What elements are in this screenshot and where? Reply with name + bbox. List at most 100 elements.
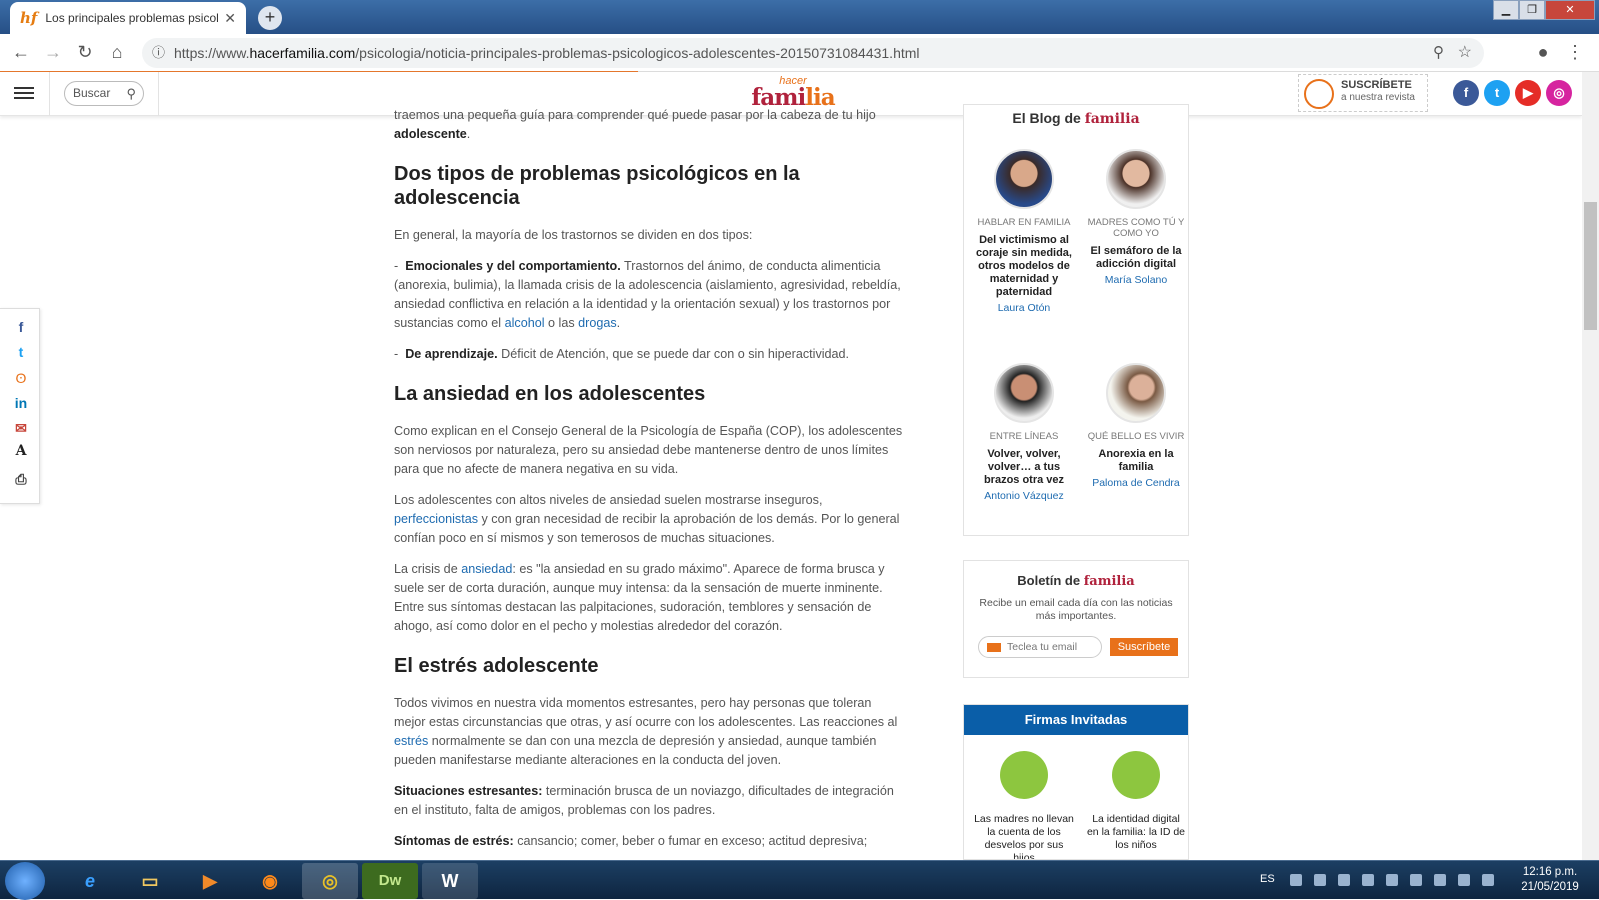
- blog-post-title[interactable]: Anorexia en la familia: [1086, 448, 1186, 474]
- link-perfeccionistas[interactable]: perfeccionistas: [394, 512, 478, 526]
- twitter-icon[interactable]: t: [1484, 80, 1510, 106]
- flag-icon[interactable]: [1482, 874, 1494, 886]
- search-input[interactable]: Buscar: [73, 86, 110, 100]
- heading-two-types: Dos tipos de problemas psicológicos en l…: [394, 163, 800, 209]
- link-ansiedad[interactable]: ansiedad: [461, 562, 512, 576]
- hamburger-menu-icon[interactable]: [14, 84, 34, 102]
- paragraph: - Emocionales y del comportamiento. Tras…: [394, 259, 901, 330]
- newsletter-description: Recibe un email cada día con las noticia…: [979, 597, 1173, 622]
- paragraph: La crisis de ansiedad: es "la ansiedad e…: [394, 562, 885, 633]
- ie-icon[interactable]: e: [62, 863, 118, 899]
- divider: [49, 72, 50, 116]
- avatar: [994, 363, 1054, 423]
- envelope-icon: [987, 643, 1001, 652]
- menu-dots-icon[interactable]: ⋮: [1564, 42, 1586, 63]
- link-drogas[interactable]: drogas: [578, 316, 617, 330]
- subscribe-button[interactable]: Suscríbete: [1110, 638, 1178, 656]
- language-indicator[interactable]: ES: [1260, 873, 1275, 885]
- url-bar[interactable]: ⓘ https://www.hacerfamilia.com/psicologi…: [142, 38, 1484, 68]
- start-button[interactable]: [5, 862, 45, 900]
- email-share-icon[interactable]: ✉: [12, 420, 30, 437]
- account-icon[interactable]: ●: [1532, 42, 1554, 63]
- search-box[interactable]: Buscar ⚲: [64, 81, 144, 106]
- info-icon[interactable]: ⓘ: [152, 38, 165, 68]
- meneame-share-icon[interactable]: ʘ: [12, 370, 30, 386]
- print-icon[interactable]: ⎙: [12, 471, 30, 488]
- paragraph: Como explican en el Consejo General de l…: [394, 424, 903, 476]
- tray-icon[interactable]: [1362, 874, 1374, 886]
- blog-category: QUÉ BELLO ES VIVIR: [1087, 431, 1185, 442]
- blog-author[interactable]: María Solano: [1086, 274, 1186, 286]
- forward-icon[interactable]: →: [42, 42, 64, 63]
- guest-authors-widget: Firmas Invitadas Las madres no llevan la…: [963, 704, 1189, 860]
- paragraph: Todos vivimos en nuestra vida momentos e…: [394, 696, 898, 767]
- heading-estres: El estrés adolescente: [394, 655, 599, 677]
- firefox-icon[interactable]: ◉: [242, 863, 298, 899]
- minimize-button[interactable]: ▁: [1493, 0, 1519, 20]
- avatar: [1106, 363, 1166, 423]
- volume-icon[interactable]: [1386, 874, 1398, 886]
- explorer-icon[interactable]: ▭: [122, 863, 178, 899]
- browser-tab[interactable]: hf Los principales problemas psicoló ✕: [10, 2, 246, 34]
- blog-post[interactable]: HABLAR EN FAMILIA Del victimismo al cora…: [974, 149, 1074, 314]
- paragraph: En general, la mayoría de los trastornos…: [394, 228, 753, 242]
- close-window-button[interactable]: ✕: [1545, 0, 1595, 20]
- blog-post-title[interactable]: El semáforo de la adicción digital: [1086, 245, 1186, 271]
- guest-post[interactable]: La identidad digital en la familia: la I…: [1086, 751, 1186, 852]
- email-field[interactable]: Teclea tu email: [978, 636, 1102, 658]
- dreamweaver-icon[interactable]: Dw: [362, 863, 418, 899]
- facebook-share-icon[interactable]: f: [12, 319, 30, 335]
- blog-author[interactable]: Antonio Vázquez: [974, 490, 1074, 502]
- linkedin-share-icon[interactable]: in: [12, 395, 30, 411]
- avatar: [1106, 149, 1166, 209]
- paragraph: Los adolescentes con altos niveles de an…: [394, 493, 900, 545]
- browser-tab-bar: hf Los principales problemas psicoló ✕ +…: [0, 0, 1599, 34]
- tray-icon[interactable]: [1458, 874, 1470, 886]
- close-tab-icon[interactable]: ✕: [224, 10, 236, 27]
- search-icon[interactable]: ⚲: [126, 82, 136, 105]
- tray-icon[interactable]: [1410, 874, 1422, 886]
- font-size-icon[interactable]: A: [12, 443, 30, 459]
- paragraph: - De aprendizaje. Déficit de Atención, q…: [394, 347, 850, 361]
- blog-post[interactable]: ENTRE LÍNEAS Volver, volver, volver… a t…: [974, 363, 1074, 502]
- scrollbar-thumb[interactable]: [1584, 202, 1597, 330]
- newsletter-widget: Boletín de familia Recibe un email cada …: [963, 560, 1189, 678]
- blog-category: MADRES COMO TÚ Y COMO YO: [1087, 217, 1185, 239]
- new-tab-button[interactable]: +: [258, 6, 282, 30]
- url-path: /psicologia/noticia-principales-problema…: [355, 45, 920, 61]
- subscribe-magazine-button[interactable]: SUSCRÍBETE a nuestra revista: [1298, 74, 1428, 112]
- page-scrollbar[interactable]: [1582, 72, 1599, 860]
- blog-post-title[interactable]: Volver, volver, volver… a tus brazos otr…: [974, 448, 1074, 487]
- twitter-share-icon[interactable]: t: [12, 344, 30, 360]
- tray-icon[interactable]: [1338, 874, 1350, 886]
- word-icon[interactable]: W: [422, 863, 478, 899]
- blog-author[interactable]: Laura Otón: [974, 302, 1074, 314]
- link-estres[interactable]: estrés: [394, 734, 428, 748]
- blog-post-title[interactable]: Del victimismo al coraje sin medida, otr…: [974, 234, 1074, 299]
- youtube-icon[interactable]: ▶: [1515, 80, 1541, 106]
- guest-post[interactable]: Las madres no llevan la cuenta de los de…: [974, 751, 1074, 859]
- media-icon[interactable]: ▶: [182, 863, 238, 899]
- tray-icon[interactable]: [1290, 874, 1302, 886]
- blog-post[interactable]: QUÉ BELLO ES VIVIR Anorexia en la famili…: [1086, 363, 1186, 489]
- bookmark-star-icon[interactable]: ☆: [1458, 38, 1472, 68]
- reload-icon[interactable]: ↻: [74, 42, 96, 63]
- instagram-icon[interactable]: ◎: [1546, 80, 1572, 106]
- back-icon[interactable]: ←: [10, 42, 32, 63]
- subscribe-title: SUSCRÍBETE: [1341, 79, 1412, 91]
- network-icon[interactable]: [1434, 874, 1446, 886]
- blog-title: El Blog de familia: [1012, 110, 1140, 127]
- guest-post-title[interactable]: Las madres no llevan la cuenta de los de…: [974, 813, 1074, 859]
- zoom-icon[interactable]: ⚲: [1433, 38, 1444, 68]
- home-icon[interactable]: ⌂: [106, 42, 128, 63]
- guest-post-title[interactable]: La identidad digital en la familia: la I…: [1086, 813, 1186, 852]
- quill-icon: [1000, 751, 1048, 799]
- tray-icon[interactable]: [1314, 874, 1326, 886]
- blog-author[interactable]: Paloma de Cendra: [1086, 477, 1186, 489]
- link-alcohol[interactable]: alcohol: [505, 316, 545, 330]
- system-clock[interactable]: 12:16 p.m. 21/05/2019: [1510, 865, 1590, 895]
- facebook-icon[interactable]: f: [1453, 80, 1479, 106]
- chrome-icon[interactable]: ◎: [302, 863, 358, 899]
- blog-post[interactable]: MADRES COMO TÚ Y COMO YO El semáforo de …: [1086, 149, 1186, 286]
- maximize-button[interactable]: ❐: [1519, 0, 1545, 20]
